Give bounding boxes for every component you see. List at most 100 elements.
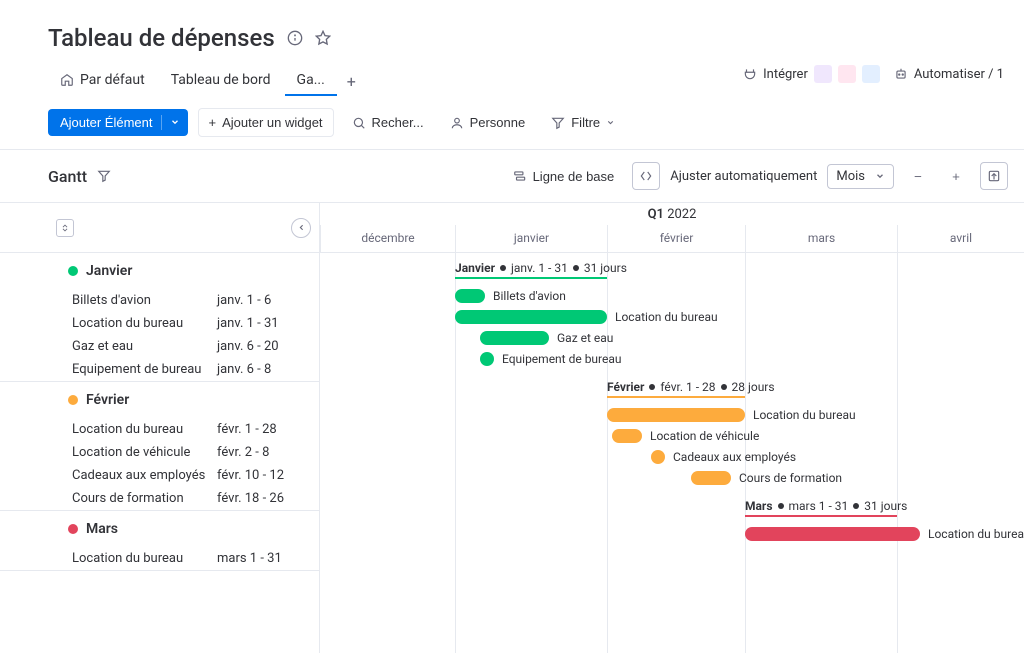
gantt-bar-row: Location du bureau xyxy=(320,308,1024,329)
dot-icon xyxy=(573,265,579,271)
collapse-pane-button[interactable] xyxy=(291,218,311,238)
autofit-button[interactable] xyxy=(632,162,660,190)
gantt-bar-label: Location du bureau xyxy=(615,310,718,324)
task-date: janv. 6 - 20 xyxy=(217,339,279,354)
task-name: Equipement de bureau xyxy=(72,362,217,377)
task-row[interactable]: Location du bureaujanv. 1 - 31 xyxy=(0,312,319,335)
autofit-icon xyxy=(639,169,653,183)
group-title[interactable]: Janvier xyxy=(0,253,319,289)
gantt-bar[interactable] xyxy=(480,331,549,345)
task-row[interactable]: Gaz et eaujanv. 6 - 20 xyxy=(0,335,319,358)
tab-gantt[interactable]: Ga... xyxy=(285,66,337,96)
task-name: Billets d'avion xyxy=(72,293,217,308)
gantt-bar[interactable] xyxy=(745,527,920,541)
summary-dates: mars 1 - 31 xyxy=(789,499,849,513)
gantt-summary-row: Mars mars 1 - 31 31 jours xyxy=(320,491,1024,525)
collapse-all-button[interactable] xyxy=(56,219,74,237)
group-name: Février xyxy=(86,392,129,408)
group-color-dot xyxy=(68,524,78,534)
search-icon xyxy=(352,116,366,130)
gantt-bar[interactable] xyxy=(607,408,745,422)
zoom-in-button[interactable]: + xyxy=(942,162,970,190)
dot-icon xyxy=(500,265,506,271)
person-icon xyxy=(450,116,464,130)
group-title[interactable]: Février xyxy=(0,382,319,418)
month-header: mars xyxy=(745,225,897,252)
gantt-bar[interactable] xyxy=(612,429,642,443)
gantt-bar-label: Billets d'avion xyxy=(493,289,566,303)
gantt-bar[interactable] xyxy=(455,289,485,303)
task-row[interactable]: Billets d'avionjanv. 1 - 6 xyxy=(0,289,319,312)
export-button[interactable] xyxy=(980,162,1008,190)
group-summary[interactable]: Janvier janv. 1 - 31 31 jours xyxy=(455,259,627,277)
task-name: Location du bureau xyxy=(72,316,217,331)
summary-name: Février xyxy=(607,380,644,394)
month-header: février xyxy=(607,225,745,252)
gantt-bar[interactable] xyxy=(480,352,494,366)
task-row[interactable]: Equipement de bureaujanv. 6 - 8 xyxy=(0,358,319,381)
summary-duration: 28 jours xyxy=(732,380,775,394)
baseline-icon xyxy=(513,169,527,183)
group-title[interactable]: Mars xyxy=(0,511,319,547)
zoom-select[interactable]: Mois xyxy=(827,164,894,189)
filter-button[interactable]: Filtre xyxy=(543,109,623,136)
gantt-bar[interactable] xyxy=(691,471,731,485)
task-name: Location du bureau xyxy=(72,551,217,566)
task-row[interactable]: Cours de formationfévr. 18 - 26 xyxy=(0,487,319,510)
chevron-down-icon xyxy=(606,118,615,127)
search-button[interactable]: Recher... xyxy=(344,109,432,136)
task-row[interactable]: Cadeaux aux employésfévr. 10 - 12 xyxy=(0,464,319,487)
baseline-label: Ligne de base xyxy=(533,169,615,184)
filter-icon[interactable] xyxy=(97,169,111,183)
group-summary[interactable]: Février févr. 1 - 28 28 jours xyxy=(607,378,775,396)
add-element-button[interactable]: Ajouter Élément xyxy=(48,109,188,136)
gantt-summary-row: Février févr. 1 - 28 28 jours xyxy=(320,372,1024,406)
automate-button[interactable]: Automatiser / 1 xyxy=(894,67,1004,82)
task-row[interactable]: Location du bureaumars 1 - 31 xyxy=(0,547,319,570)
plus-icon: + xyxy=(209,115,217,130)
task-name: Location de véhicule xyxy=(72,445,217,460)
group-color-dot xyxy=(68,395,78,405)
summary-duration: 31 jours xyxy=(584,261,627,275)
group: FévrierLocation du bureaufévr. 1 - 28Loc… xyxy=(0,382,319,511)
gantt-bar[interactable] xyxy=(651,450,665,464)
gantt-bar-label: Location de véhicule xyxy=(650,429,759,443)
quarter-label: Q1 2022 xyxy=(320,203,1024,225)
plug-icon xyxy=(743,67,757,81)
search-label: Recher... xyxy=(372,115,424,130)
info-icon[interactable] xyxy=(287,30,303,46)
automate-label: Automatiser / 1 xyxy=(914,67,1004,82)
add-widget-button[interactable]: + Ajouter un widget xyxy=(198,108,334,137)
gantt-bar-label: Location du bureau xyxy=(753,408,856,422)
zoom-out-button[interactable]: − xyxy=(904,162,932,190)
baseline-button[interactable]: Ligne de base xyxy=(505,163,623,190)
gantt-bar-row: Location de véhicule xyxy=(320,427,1024,448)
integrate-button[interactable]: Intégrer xyxy=(743,65,880,83)
tab-default[interactable]: Par défaut xyxy=(48,66,157,96)
gantt-bar-label: Cours de formation xyxy=(739,471,842,485)
app-icon xyxy=(838,65,856,83)
gantt-title: Gantt xyxy=(48,167,87,186)
add-tab-button[interactable]: + xyxy=(339,68,364,95)
group-name: Mars xyxy=(86,521,118,537)
task-date: févr. 10 - 12 xyxy=(217,468,284,483)
gantt-bar-label: Location du bureau xyxy=(928,527,1024,541)
person-button[interactable]: Personne xyxy=(442,109,534,136)
task-row[interactable]: Location du bureaufévr. 1 - 28 xyxy=(0,418,319,441)
task-date: janv. 1 - 6 xyxy=(217,293,271,308)
gantt-bar[interactable] xyxy=(455,310,607,324)
star-icon[interactable] xyxy=(315,30,331,46)
group-summary[interactable]: Mars mars 1 - 31 31 jours xyxy=(745,497,907,515)
gantt-bar-row: Billets d'avion xyxy=(320,287,1024,308)
chevron-down-icon xyxy=(161,115,180,130)
task-date: févr. 2 - 8 xyxy=(217,445,269,460)
tab-dashboard[interactable]: Tableau de bord xyxy=(159,66,283,96)
summary-name: Janvier xyxy=(455,261,495,275)
month-header: décembre xyxy=(320,225,455,252)
gantt-bar-label: Equipement de bureau xyxy=(502,352,622,366)
task-row[interactable]: Location de véhiculefévr. 2 - 8 xyxy=(0,441,319,464)
gantt-bar-row: Cadeaux aux employés xyxy=(320,448,1024,469)
group: JanvierBillets d'avionjanv. 1 - 6Locatio… xyxy=(0,253,319,382)
group-name: Janvier xyxy=(86,263,132,279)
tab-label: Tableau de bord xyxy=(171,72,271,88)
